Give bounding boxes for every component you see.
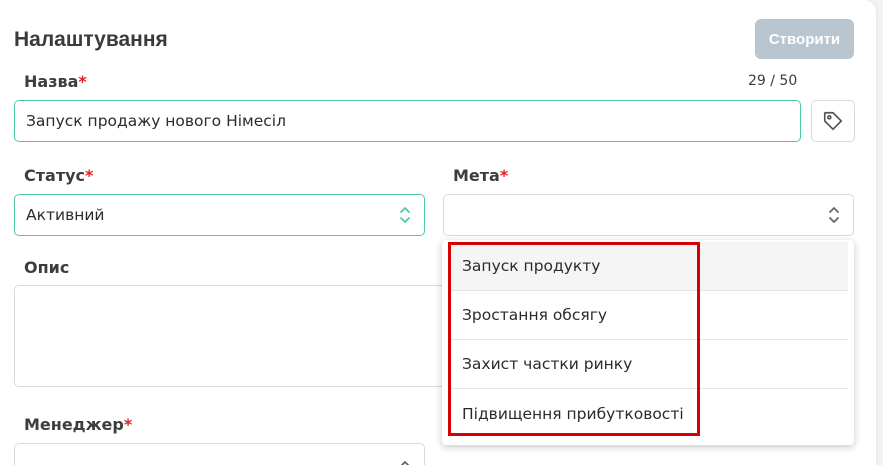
chevron-up-down-icon — [829, 207, 839, 223]
create-button[interactable]: Створити — [755, 19, 854, 59]
required-mark: * — [85, 166, 94, 185]
status-label-text: Статус — [24, 166, 85, 185]
name-char-counter: 29 / 50 — [748, 73, 798, 89]
required-mark: * — [78, 72, 87, 91]
status-select-value: Активний — [26, 206, 105, 224]
tag-icon — [823, 111, 843, 131]
goal-select[interactable] — [443, 194, 854, 236]
goal-label: Мета* — [453, 166, 508, 185]
goal-option-label: Зростання обсягу — [462, 306, 608, 324]
goal-option[interactable]: Зростання обсягу — [448, 291, 848, 340]
name-label-text: Назва — [24, 72, 79, 91]
manager-label: Менеджер* — [24, 415, 132, 434]
chevron-up-down-icon — [400, 207, 410, 223]
goal-option[interactable]: Запуск продукту — [448, 242, 848, 291]
name-label: Назва* — [24, 72, 87, 91]
goal-option-label: Підвищення прибутковості — [462, 404, 684, 423]
goal-label-text: Мета — [453, 166, 500, 185]
goal-option[interactable]: Підвищення прибутковості — [448, 389, 848, 438]
description-label: Опис — [24, 258, 70, 277]
description-textarea[interactable] — [14, 285, 454, 387]
chevron-up-icon — [400, 461, 410, 465]
manager-label-text: Менеджер — [24, 415, 124, 434]
tag-button[interactable] — [811, 100, 855, 142]
goal-dropdown: Запуск продукту Зростання обсягу Захист … — [442, 240, 854, 445]
goal-option-label: Запуск продукту — [462, 257, 601, 275]
name-input-value: Запуск продажу нового Німесіл — [26, 112, 287, 130]
goal-option-label: Захист частки ринку — [462, 355, 633, 373]
status-label: Статус* — [24, 166, 93, 185]
goal-option[interactable]: Захист частки ринку — [448, 340, 848, 389]
name-input[interactable]: Запуск продажу нового Німесіл — [14, 100, 801, 142]
required-mark: * — [499, 166, 509, 185]
page-title: Налаштування — [14, 28, 168, 51]
manager-select[interactable] — [14, 443, 425, 465]
status-select[interactable]: Активний — [14, 194, 425, 236]
required-mark: * — [123, 415, 133, 434]
settings-panel: Налаштування Створити Назва* 29 / 50 Зап… — [0, 0, 876, 465]
